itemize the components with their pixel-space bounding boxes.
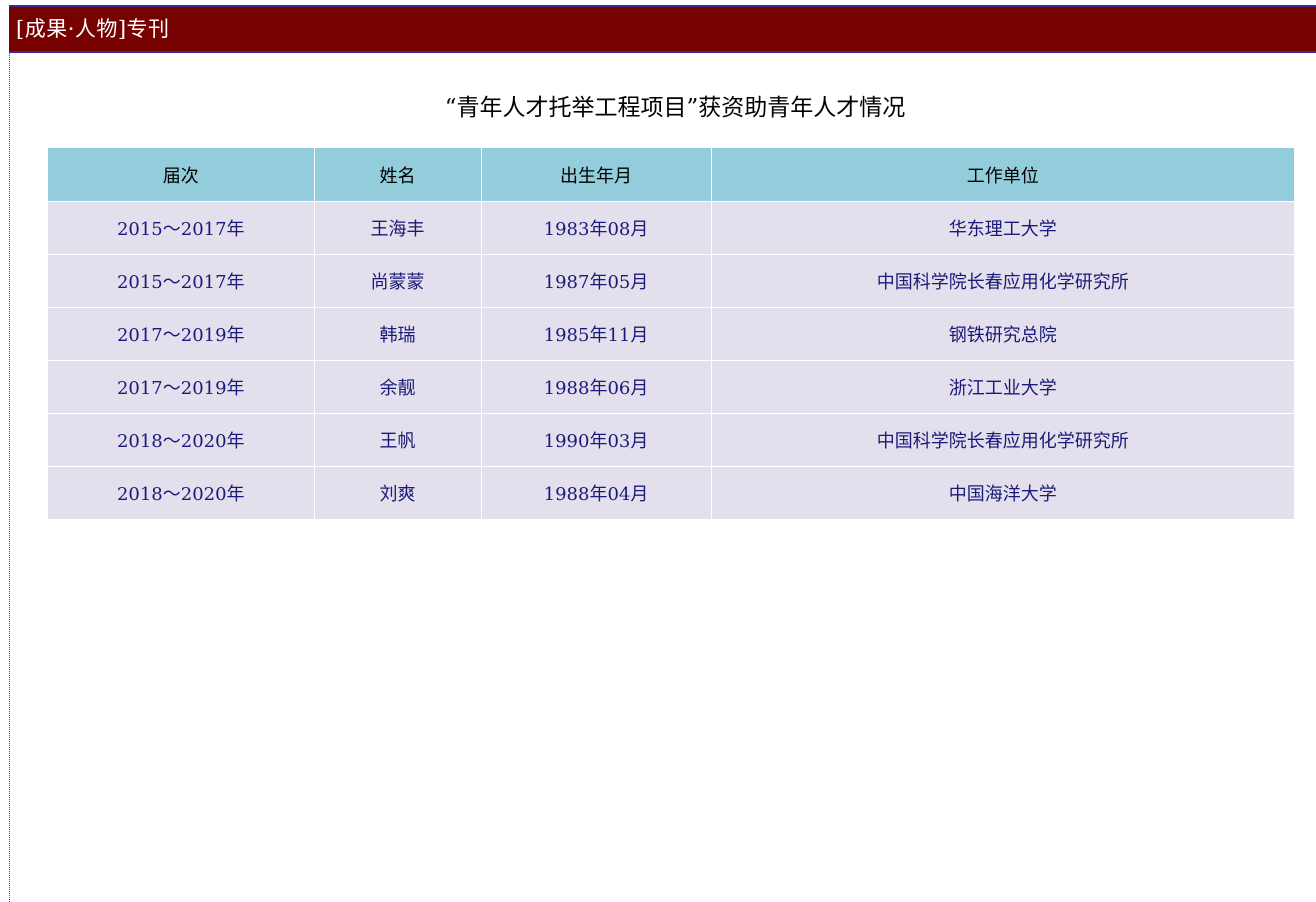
cell-birth: 1987年05月 — [481, 254, 712, 308]
cell-name: 余靓 — [314, 360, 482, 414]
cell-employer: 中国科学院长春应用化学研究所 — [711, 254, 1294, 308]
cell-birth: 1988年04月 — [481, 466, 712, 519]
table-row: 2015～2017年 尚蒙蒙 1987年05月 中国科学院长春应用化学研究所 — [48, 254, 1294, 308]
cell-session: 2017～2019年 — [48, 360, 315, 414]
cell-employer: 中国海洋大学 — [711, 466, 1294, 519]
cell-name: 尚蒙蒙 — [314, 254, 482, 308]
cell-session: 2015～2017年 — [48, 254, 315, 308]
cell-session: 2018～2020年 — [48, 413, 315, 467]
table-header-row: 届次 姓名 出生年月 工作单位 — [48, 148, 1294, 202]
table-row: 2017～2019年 韩瑞 1985年11月 钢铁研究总院 — [48, 307, 1294, 361]
cell-name: 韩瑞 — [314, 307, 482, 361]
cell-employer: 华东理工大学 — [711, 201, 1294, 255]
column-header-birth: 出生年月 — [481, 148, 712, 202]
table-row: 2017～2019年 余靓 1988年06月 浙江工业大学 — [48, 360, 1294, 414]
talent-table: 届次 姓名 出生年月 工作单位 2015～2017年 王海丰 1983年08月 … — [48, 148, 1294, 519]
document-title: “青年人才托举工程项目”获资助青年人才情况 — [444, 95, 906, 121]
cell-session: 2018～2020年 — [48, 466, 315, 519]
cell-name: 刘爽 — [314, 466, 482, 519]
cell-birth: 1990年03月 — [481, 413, 712, 467]
table-row: 2015～2017年 王海丰 1983年08月 华东理工大学 — [48, 201, 1294, 255]
cell-name: 王海丰 — [314, 201, 482, 255]
cell-session: 2017～2019年 — [48, 307, 315, 361]
cell-birth: 1985年11月 — [481, 307, 712, 361]
column-header-session: 届次 — [48, 148, 315, 202]
cell-birth: 1988年06月 — [481, 360, 712, 414]
column-header-employer: 工作单位 — [711, 148, 1294, 202]
header-bar: [成果·人物]专刊 — [9, 5, 1316, 53]
page: [成果·人物]专刊 “青年人才托举工程项目”获资助青年人才情况 届次 姓名 出生… — [0, 0, 1316, 902]
cell-employer: 浙江工业大学 — [711, 360, 1294, 414]
left-dotted-rule — [9, 5, 10, 902]
table-row: 2018～2020年 刘爽 1988年04月 中国海洋大学 — [48, 466, 1294, 519]
cell-employer: 中国科学院长春应用化学研究所 — [711, 413, 1294, 467]
column-header-name: 姓名 — [314, 148, 482, 202]
cell-session: 2015～2017年 — [48, 201, 315, 255]
cell-birth: 1983年08月 — [481, 201, 712, 255]
cell-name: 王帆 — [314, 413, 482, 467]
cell-employer: 钢铁研究总院 — [711, 307, 1294, 361]
table-row: 2018～2020年 王帆 1990年03月 中国科学院长春应用化学研究所 — [48, 413, 1294, 467]
header-title: [成果·人物]专刊 — [16, 17, 170, 41]
